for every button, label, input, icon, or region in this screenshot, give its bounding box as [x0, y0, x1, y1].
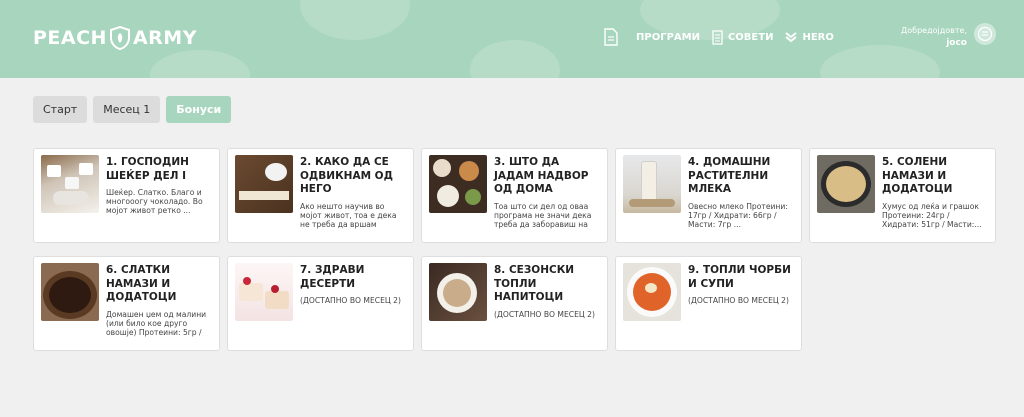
bonus-card[interactable]: 3. ШТО ДА ЈАДАМ НАДВОР ОД ДОМА Тоа што с… [421, 148, 608, 243]
card-description: Овесно млеко Протеини: 17гр / Хидрати: 6… [688, 201, 788, 229]
site-header: PEACH ARMY ПРОГРАМИ СОВЕТИ HERO Добредој… [0, 0, 1024, 78]
berry-desserts-thumbnail [235, 263, 293, 321]
main-nav: ПРОГРАМИ СОВЕТИ HERO [604, 28, 846, 46]
bonus-card[interactable]: 8. СЕЗОНСКИ ТОПЛИ НАПИТОЦИ (ДОСТАПНО ВО … [421, 256, 608, 351]
no-sugar-tiles-thumbnail [235, 155, 293, 213]
header-camo-blob [470, 40, 560, 78]
document-icon[interactable] [604, 28, 618, 46]
nav-item-programs-label: ПРОГРАМИ [636, 31, 700, 43]
card-title: 1. ГОСПОДИН ШЕЌЕР ДЕЛ I [106, 156, 189, 182]
nav-item-tips-label: СОВЕТИ [727, 31, 774, 43]
avatar[interactable] [974, 23, 996, 45]
bonus-card[interactable]: 6. СЛАТКИ НАМАЗИ И ДОДАТОЦИ Домашен џем … [33, 256, 220, 351]
month-tabs: Старт Месец 1 Бонуси [33, 96, 232, 123]
card-title: 5. СОЛЕНИ НАМАЗИ И ДОДАТОЦИ [882, 156, 953, 195]
nav-item-hero[interactable]: HERO [785, 31, 834, 43]
notebook-icon [712, 29, 723, 45]
hot-drink-thumbnail [429, 263, 487, 321]
nav-item-hero-label: HERO [802, 31, 834, 43]
welcome-block: Добредојдовте, joco [901, 24, 967, 50]
chocolate-spread-thumbnail [41, 263, 99, 321]
card-title: 6. СЛАТКИ НАМАЗИ И ДОДАТОЦИ [106, 264, 177, 303]
bonus-card-grid: 1. ГОСПОДИН ШЕЌЕР ДЕЛ I Шеќер. Слатко. Б… [33, 148, 996, 351]
card-description: Домашен џем од малини (или било кое друг… [106, 309, 207, 337]
user-badge-icon [977, 26, 993, 42]
card-title: 9. ТОПЛИ ЧОРБИ И СУПИ [688, 264, 791, 290]
soup-bowl-thumbnail [623, 263, 681, 321]
welcome-greeting: Добредојдовте, [901, 26, 967, 35]
header-camo-blob [150, 50, 250, 78]
tab-start[interactable]: Старт [33, 96, 88, 123]
bonus-card[interactable]: 9. ТОПЛИ ЧОРБИ И СУПИ (ДОСТАПНО ВО МЕСЕЦ… [615, 256, 802, 351]
tab-month-1[interactable]: Месец 1 [93, 96, 161, 123]
user-name[interactable]: joco [901, 37, 967, 50]
bonus-card[interactable]: 7. ЗДРАВИ ДЕСЕРТИ (ДОСТАПНО ВО МЕСЕЦ 2) [227, 256, 414, 351]
card-title: 7. ЗДРАВИ ДЕСЕРТИ [300, 264, 365, 290]
bonus-card[interactable]: 2. КАКО ДА СЕ ОДВИКНАМ ОД НЕГО Ако нешто… [227, 148, 414, 243]
brand-logo[interactable]: PEACH ARMY [33, 26, 197, 50]
peach-shield-icon [109, 26, 130, 50]
tab-bonuses[interactable]: Бонуси [166, 96, 232, 123]
bonus-card[interactable]: 5. СОЛЕНИ НАМАЗИ И ДОДАТОЦИ Хумус од леќ… [809, 148, 996, 243]
sugar-cubes-thumbnail [41, 155, 99, 213]
card-title: 3. ШТО ДА ЈАДАМ НАДВОР ОД ДОМА [494, 156, 589, 195]
bonus-card[interactable]: 4. ДОМАШНИ РАСТИТЕЛНИ МЛЕКА Овесно млеко… [615, 148, 802, 243]
hummus-thumbnail [817, 155, 875, 213]
card-description: Ако нешто научив во мојот живот, тоа е д… [300, 201, 397, 229]
card-description: Тоа што си дел од оваа програма не значи… [494, 201, 592, 229]
nav-item-programs[interactable]: ПРОГРАМИ [636, 32, 700, 43]
card-description: (ДОСТАПНО ВО МЕСЕЦ 2) [494, 309, 595, 319]
card-title: 8. СЕЗОНСКИ ТОПЛИ НАПИТОЦИ [494, 264, 575, 303]
brand-name-left: PEACH [33, 27, 107, 49]
chevrons-down-icon [785, 32, 798, 43]
card-title: 4. ДОМАШНИ РАСТИТЕЛНИ МЛЕКА [688, 156, 771, 195]
card-description: Хумус од леќа и грашок Протеини: 24гр / … [882, 201, 982, 229]
card-description: (ДОСТАПНО ВО МЕСЕЦ 2) [688, 296, 789, 305]
nav-item-tips[interactable]: СОВЕТИ [712, 29, 774, 45]
oat-milk-thumbnail [623, 155, 681, 213]
card-title: 2. КАКО ДА СЕ ОДВИКНАМ ОД НЕГО [300, 156, 393, 195]
card-description: (ДОСТАПНО ВО МЕСЕЦ 2) [300, 296, 401, 305]
header-camo-blob [300, 0, 410, 40]
bonus-card[interactable]: 1. ГОСПОДИН ШЕЌЕР ДЕЛ I Шеќер. Слатко. Б… [33, 148, 220, 243]
brand-name-right: ARMY [132, 27, 197, 49]
card-description: Шеќер. Слатко. Благо и многооогу чоколад… [106, 188, 203, 215]
restaurant-table-thumbnail [429, 155, 487, 213]
